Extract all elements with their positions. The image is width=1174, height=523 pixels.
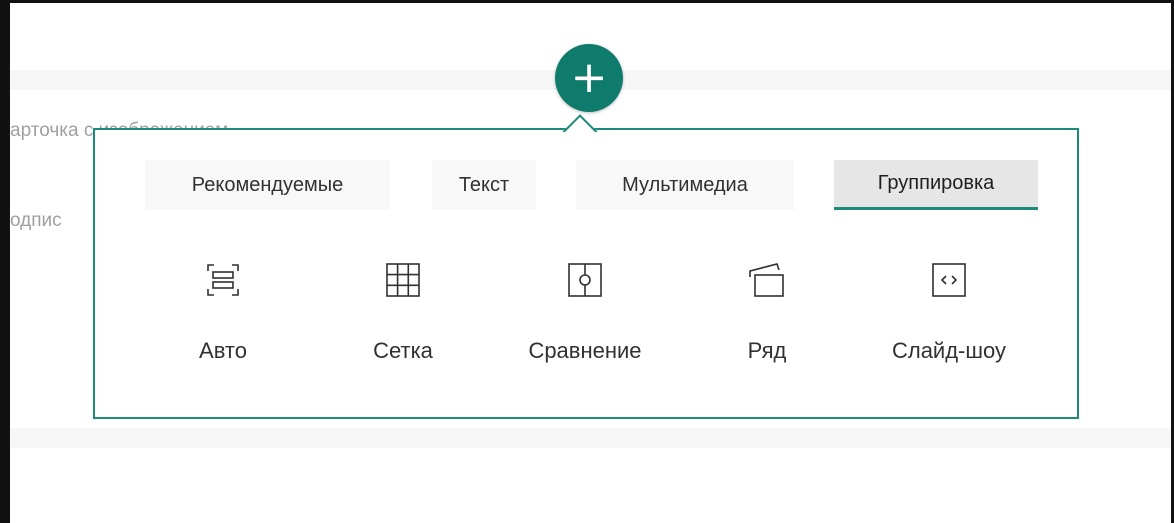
plus-icon: + [570, 52, 608, 103]
option-row-label: Ряд [747, 338, 787, 363]
option-comparison[interactable]: Сравнение [510, 258, 660, 378]
toolbox-pointer [560, 112, 600, 132]
option-comparison-label: Сравнение [528, 338, 642, 363]
option-slideshow-label: Слайд-шоу [891, 338, 1007, 363]
row-icon [746, 258, 788, 302]
section-divider-bottom [10, 428, 1171, 448]
grid-icon [382, 258, 424, 302]
add-section-button[interactable]: + [555, 44, 623, 112]
option-grid-label: Сетка [373, 338, 433, 363]
tab-recommended[interactable]: Рекомендуемые [145, 160, 390, 210]
tab-text[interactable]: Текст [432, 160, 536, 210]
option-grid[interactable]: Сетка [328, 258, 478, 378]
comparison-icon [564, 258, 606, 302]
window-border-left [0, 0, 10, 523]
background-caption: одпис [10, 210, 62, 231]
auto-layout-icon [202, 258, 244, 302]
slideshow-icon [928, 258, 970, 302]
tab-multimedia[interactable]: Мультимедиа [576, 160, 794, 210]
tab-grouping[interactable]: Группировка [834, 160, 1038, 210]
window-border-top [0, 0, 1174, 3]
option-slideshow[interactable]: Слайд-шоу [874, 258, 1024, 378]
option-auto[interactable]: Авто [148, 258, 298, 378]
option-row[interactable]: Ряд [692, 258, 842, 378]
option-auto-label: Авто [199, 338, 247, 363]
